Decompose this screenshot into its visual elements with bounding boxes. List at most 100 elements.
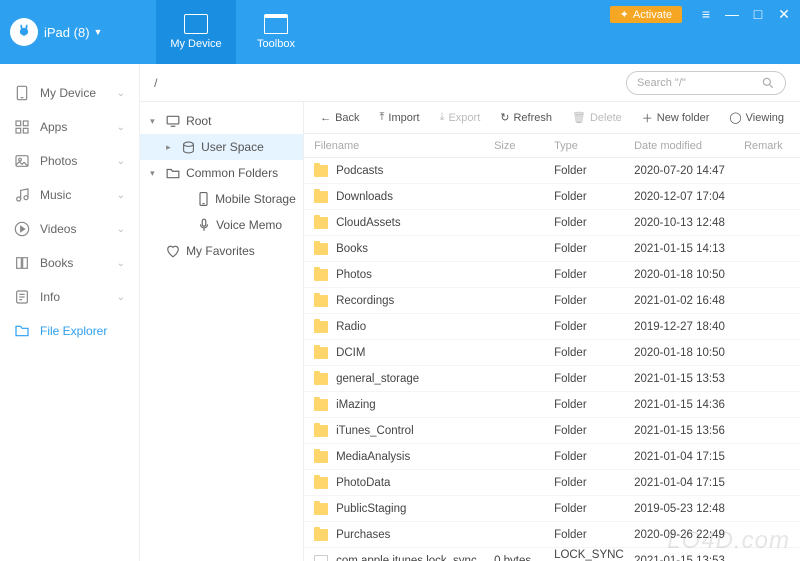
folder-icon (314, 191, 328, 203)
viewing-button[interactable]: ◯Viewing (721, 108, 792, 127)
file-type: LOCK_SYNC File (554, 549, 634, 561)
file-type: Folder (554, 191, 634, 203)
file-row[interactable]: PurchasesFolder2020-09-26 22:49 (304, 522, 800, 548)
device-label: iPad (8) ▼ (44, 25, 102, 40)
file-type: Folder (554, 451, 634, 463)
folder-icon (314, 243, 328, 255)
sidebar-item-file-explorer[interactable]: File Explorer (0, 314, 139, 348)
tab-my-device[interactable]: My Device (156, 0, 236, 64)
export-icon: ⤓ (440, 111, 445, 124)
search-input[interactable]: Search "/" (626, 71, 786, 95)
file-type: Folder (554, 295, 634, 307)
file-row[interactable]: DownloadsFolder2020-12-07 17:04 (304, 184, 800, 210)
col-remark[interactable]: Remark (744, 140, 800, 152)
import-button[interactable]: ⤒Import (372, 108, 428, 127)
close-button[interactable]: ✕ (776, 6, 792, 23)
new-folder-button[interactable]: ＋New folder (634, 107, 718, 129)
tree-voice-memo[interactable]: Voice Memo (140, 212, 303, 238)
folder-icon (314, 477, 328, 489)
file-row[interactable]: com.apple.itunes.lock_sync 0 bytesLOCK_SY… (304, 548, 800, 561)
file-row[interactable]: iMazingFolder2021-01-15 14:36 (304, 392, 800, 418)
tree-mobile-storage[interactable]: Mobile Storage (140, 186, 303, 212)
file-size: 0 bytes (494, 555, 554, 561)
file-name: Purchases (336, 529, 390, 541)
file-type: Folder (554, 503, 634, 515)
sidebar-item-label: My Device (40, 86, 96, 100)
monitor-icon (166, 115, 180, 127)
new-folder-icon: ＋ (642, 110, 653, 126)
file-date: 2019-12-27 18:40 (634, 321, 744, 333)
folder-tree: ▾ Root ▸ User Space ▾ (140, 102, 304, 561)
file-row[interactable]: RadioFolder2019-12-27 18:40 (304, 314, 800, 340)
file-name: Books (336, 243, 368, 255)
file-name: Recordings (336, 295, 394, 307)
folder-icon (14, 323, 30, 339)
sidebar-item-info[interactable]: Info⌄ (0, 280, 139, 314)
refresh-button[interactable]: ↻Refresh (492, 108, 560, 127)
menu-button[interactable]: ≡ (698, 6, 714, 22)
body: ▾ Root ▸ User Space ▾ (140, 102, 800, 561)
file-date: 2019-05-23 12:48 (634, 503, 744, 515)
activate-button[interactable]: ✦ Activate (610, 6, 682, 23)
sidebar-item-music[interactable]: Music⌄ (0, 178, 139, 212)
file-row[interactable]: general_storageFolder2021-01-15 13:53 (304, 366, 800, 392)
delete-button[interactable]: 🗑Delete (564, 108, 630, 127)
file-date: 2020-12-07 17:04 (634, 191, 744, 203)
file-row[interactable]: MediaAnalysisFolder2021-01-04 17:15 (304, 444, 800, 470)
col-date[interactable]: Date modified (634, 140, 744, 152)
file-row[interactable]: RecordingsFolder2021-01-02 16:48 (304, 288, 800, 314)
sidebar-item-my-device[interactable]: My Device⌄ (0, 76, 139, 110)
file-type: Folder (554, 269, 634, 281)
phone-icon (198, 192, 209, 206)
sidebar-item-photos[interactable]: Photos⌄ (0, 144, 139, 178)
file-name: com.apple.itunes.lock_sync (336, 555, 477, 561)
file-list[interactable]: PodcastsFolder2020-07-20 14:47DownloadsF… (304, 158, 800, 561)
top-tabs: My Device Toolbox (156, 0, 316, 64)
file-date: 2021-01-15 14:36 (634, 399, 744, 411)
sidebar-item-label: Apps (40, 120, 67, 134)
file-name: DCIM (336, 347, 365, 359)
file-type: Folder (554, 347, 634, 359)
tree-my-favorites[interactable]: My Favorites (140, 238, 303, 264)
videos-icon (14, 221, 30, 237)
file-date: 2021-01-04 17:15 (634, 451, 744, 463)
sidebar-item-label: Photos (40, 154, 77, 168)
file-row[interactable]: iTunes_ControlFolder2021-01-15 13:56 (304, 418, 800, 444)
col-filename[interactable]: Filename (314, 140, 494, 152)
file-type: Folder (554, 399, 634, 411)
col-size[interactable]: Size (494, 140, 554, 152)
file-row[interactable]: DCIMFolder2020-01-18 10:50 (304, 340, 800, 366)
col-type[interactable]: Type (554, 140, 634, 152)
sidebar-item-label: Music (40, 188, 71, 202)
sidebar-item-books[interactable]: Books⌄ (0, 246, 139, 280)
maximize-button[interactable]: □ (750, 6, 766, 22)
tree-root[interactable]: ▾ Root (140, 108, 303, 134)
export-button[interactable]: ⤓Export (432, 108, 489, 127)
file-row[interactable]: PublicStagingFolder2019-05-23 12:48 (304, 496, 800, 522)
tree-common-folders[interactable]: ▾ Common Folders (140, 160, 303, 186)
tree-user-space[interactable]: ▸ User Space (140, 134, 303, 160)
user-icon: ◯ (729, 111, 741, 124)
file-row[interactable]: PodcastsFolder2020-07-20 14:47 (304, 158, 800, 184)
expand-icon: ▸ (166, 142, 176, 153)
titlebar: iPad (8) ▼ My Device Toolbox ✦ Activate … (0, 0, 800, 64)
toolbox-icon (264, 14, 288, 34)
file-type: Folder (554, 425, 634, 437)
file-row[interactable]: PhotoDataFolder2021-01-04 17:15 (304, 470, 800, 496)
minimize-button[interactable]: — (724, 6, 740, 22)
file-type: Folder (554, 165, 634, 177)
mic-icon (198, 218, 210, 232)
file-row[interactable]: CloudAssetsFolder2020-10-13 12:48 (304, 210, 800, 236)
device-selector[interactable]: iPad (8) ▼ (0, 0, 156, 64)
apps-icon (14, 119, 30, 135)
tab-toolbox[interactable]: Toolbox (236, 0, 316, 64)
file-date: 2021-01-15 13:56 (634, 425, 744, 437)
back-button[interactable]: ←Back (312, 109, 367, 127)
sidebar-item-apps[interactable]: Apps⌄ (0, 110, 139, 144)
file-type: Folder (554, 217, 634, 229)
file-row[interactable]: BooksFolder2021-01-15 14:13 (304, 236, 800, 262)
sidebar-item-videos[interactable]: Videos⌄ (0, 212, 139, 246)
file-row[interactable]: PhotosFolder2020-01-18 10:50 (304, 262, 800, 288)
file-date: 2021-01-04 17:15 (634, 477, 744, 489)
file-date: 2020-09-26 22:49 (634, 529, 744, 541)
